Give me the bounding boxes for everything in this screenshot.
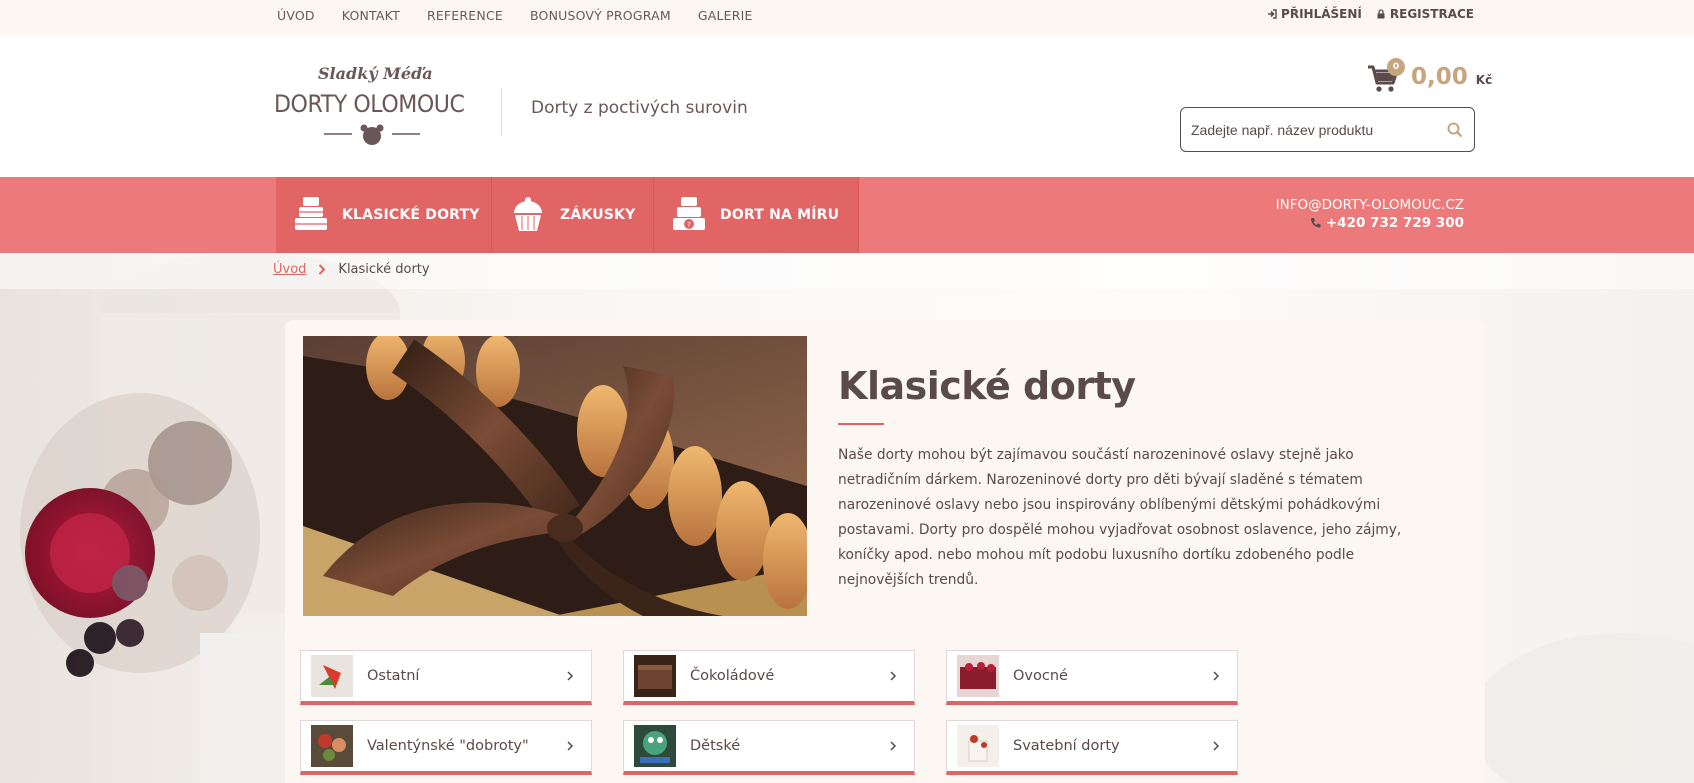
chevron-right-icon bbox=[890, 671, 897, 681]
top-nav-bonus[interactable]: BONUSOVÝ PROGRAM bbox=[530, 8, 671, 23]
category-label: Valentýnské "dobroty" bbox=[367, 738, 529, 754]
category-thumb-image bbox=[311, 725, 353, 767]
category-label: Ostatní bbox=[367, 668, 420, 684]
page-title: Klasické dorty bbox=[838, 364, 1136, 408]
nav-zakusky[interactable]: ZÁKUSKY bbox=[492, 177, 654, 253]
nav-klasicke-dorty[interactable]: KLASICKÉ DORTY bbox=[276, 177, 492, 253]
breadcrumb-current: Klasické dorty bbox=[338, 262, 430, 277]
register-label: REGISTRACE bbox=[1389, 7, 1474, 21]
login-link[interactable]: PŘIHLÁŠENÍ bbox=[1267, 7, 1362, 21]
top-nav-kontakt[interactable]: KONTAKT bbox=[342, 8, 400, 23]
bear-icon bbox=[324, 124, 420, 145]
logo[interactable]: Sladký Méďa DORTY OLOMOUC bbox=[272, 62, 472, 146]
category-valentynske[interactable]: Valentýnské "dobroty" bbox=[300, 720, 592, 775]
phone-icon bbox=[1311, 218, 1321, 228]
breadcrumb: Úvod Klasické dorty bbox=[273, 262, 430, 277]
nav-dort-na-miru-label: DORT NA MÍRU bbox=[720, 207, 840, 223]
chevron-right-icon bbox=[1213, 671, 1220, 681]
contact-phone[interactable]: +420 732 729 300 bbox=[1276, 215, 1464, 231]
svg-text:?: ? bbox=[687, 221, 691, 229]
top-nav: ÚVOD KONTAKT REFERENCE BONUSOVÝ PROGRAM … bbox=[277, 0, 753, 30]
category-label: Svatební dorty bbox=[1013, 738, 1120, 754]
chevron-right-icon bbox=[567, 741, 574, 751]
top-nav-reference[interactable]: REFERENCE bbox=[427, 8, 503, 23]
chevron-right-icon bbox=[319, 264, 326, 275]
category-thumb-image bbox=[957, 655, 999, 697]
custom-cake-icon: ? bbox=[673, 197, 705, 230]
category-thumb-image bbox=[957, 725, 999, 767]
cupcake-icon bbox=[514, 197, 542, 231]
search-box bbox=[1180, 107, 1475, 152]
search-icon[interactable] bbox=[1446, 121, 1464, 139]
nav-zakusky-label: ZÁKUSKY bbox=[560, 207, 636, 223]
search-input[interactable] bbox=[1191, 108, 1431, 151]
cart-count-badge: 0 bbox=[1387, 58, 1405, 76]
cake-icon bbox=[295, 197, 327, 230]
lock-icon bbox=[1377, 9, 1385, 19]
cart[interactable]: 0 0,00 Kč bbox=[1367, 58, 1492, 98]
category-cokoladove[interactable]: Čokoládové bbox=[623, 650, 915, 705]
user-links: PŘIHLÁŠENÍ REGISTRACE bbox=[1267, 0, 1474, 28]
category-label: Čokoládové bbox=[690, 668, 775, 684]
chocolate-cake-image bbox=[303, 336, 807, 616]
chevron-right-icon bbox=[567, 671, 574, 681]
contact-email[interactable]: INFO@DORTY-OLOMOUC.CZ bbox=[1276, 197, 1464, 213]
login-label: PŘIHLÁŠENÍ bbox=[1281, 7, 1362, 21]
tagline: Dorty z poctivých surovin bbox=[531, 98, 748, 118]
top-bar: ÚVOD KONTAKT REFERENCE BONUSOVÝ PROGRAM … bbox=[0, 0, 1694, 36]
nav-dort-na-miru[interactable]: ? DORT NA MÍRU bbox=[654, 177, 859, 253]
header-divider bbox=[501, 88, 502, 136]
logo-title: DORTY OLOMOUC bbox=[274, 90, 465, 118]
category-label: Dětské bbox=[690, 738, 741, 754]
breadcrumb-home[interactable]: Úvod bbox=[273, 262, 306, 277]
register-link[interactable]: REGISTRACE bbox=[1376, 7, 1474, 21]
title-underline bbox=[838, 423, 884, 425]
chevron-right-icon bbox=[890, 741, 897, 751]
category-thumb-image bbox=[634, 655, 676, 697]
category-thumb-image bbox=[634, 725, 676, 767]
contact-info: INFO@DORTY-OLOMOUC.CZ +420 732 729 300 bbox=[1276, 197, 1464, 231]
logo-subtitle: Sladký Méďa bbox=[318, 64, 433, 83]
breadcrumb-bar bbox=[0, 253, 1694, 289]
nav-klasicke-dorty-label: KLASICKÉ DORTY bbox=[342, 207, 480, 223]
contact-phone-label: +420 732 729 300 bbox=[1325, 215, 1464, 231]
category-thumb-image bbox=[311, 655, 353, 697]
category-detske[interactable]: Dětské bbox=[623, 720, 915, 775]
top-nav-galerie[interactable]: GALERIE bbox=[698, 8, 753, 23]
cart-total: 0,00 Kč bbox=[1411, 64, 1493, 90]
category-description: Naše dorty mohou být zajímavou součástí … bbox=[838, 447, 1402, 588]
category-label: Ovocné bbox=[1013, 668, 1068, 684]
category-ostatni[interactable]: Ostatní bbox=[300, 650, 592, 705]
top-nav-uvod[interactable]: ÚVOD bbox=[277, 8, 315, 23]
chevron-right-icon bbox=[1213, 741, 1220, 751]
login-icon bbox=[1268, 9, 1277, 19]
hero-image bbox=[303, 336, 807, 616]
cart-currency: Kč bbox=[1475, 73, 1493, 87]
category-ovocne[interactable]: Ovocné bbox=[946, 650, 1238, 705]
category-svatebni[interactable]: Svatební dorty bbox=[946, 720, 1238, 775]
